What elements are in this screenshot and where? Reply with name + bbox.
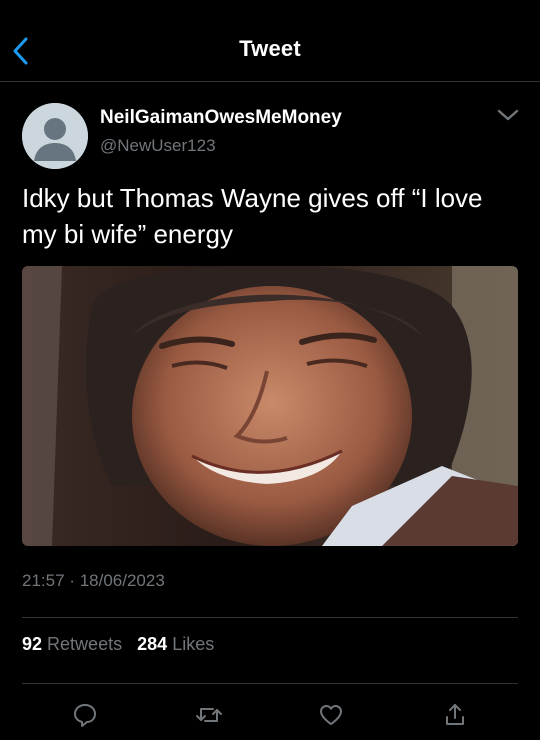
- likes-stat[interactable]: 284 Likes: [137, 634, 214, 654]
- divider: [22, 683, 518, 684]
- tweet-time: 21:57: [22, 571, 65, 590]
- top-bar: Tweet: [0, 0, 540, 82]
- retweet-button[interactable]: [194, 700, 224, 730]
- avatar[interactable]: [22, 103, 88, 169]
- timestamp-separator: ·: [69, 571, 75, 590]
- share-icon: [446, 704, 464, 725]
- action-bar: [0, 688, 540, 740]
- reply-button[interactable]: [70, 700, 100, 730]
- tweet-timestamp: 21:57 · 18/06/2023: [22, 571, 165, 591]
- heart-icon: [320, 705, 342, 725]
- default-avatar-icon: [22, 103, 88, 169]
- retweet-icon: [196, 708, 222, 722]
- retweets-label: Retweets: [47, 634, 123, 654]
- more-options-button[interactable]: [492, 100, 524, 130]
- divider: [22, 617, 518, 618]
- reply-icon: [74, 704, 96, 727]
- engagement-stats: 92 Retweets 284 Likes: [22, 634, 214, 655]
- chevron-down-icon: [497, 109, 519, 121]
- tweet-photo[interactable]: [22, 266, 518, 546]
- tweet-date: 18/06/2023: [79, 571, 165, 590]
- retweets-count: 92: [22, 634, 43, 654]
- share-button[interactable]: [440, 700, 470, 730]
- like-button[interactable]: [316, 700, 346, 730]
- likes-label: Likes: [172, 634, 215, 654]
- likes-count: 284: [137, 634, 168, 654]
- retweets-stat[interactable]: 92 Retweets: [22, 634, 127, 654]
- page-title: Tweet: [239, 36, 301, 61]
- author-handle[interactable]: @NewUser123: [100, 136, 216, 156]
- tweet-text: Idky but Thomas Wayne gives off “I love …: [22, 183, 483, 249]
- photo-icon: [22, 266, 518, 546]
- author-display-name[interactable]: NeilGaimanOwesMeMoney: [100, 107, 342, 129]
